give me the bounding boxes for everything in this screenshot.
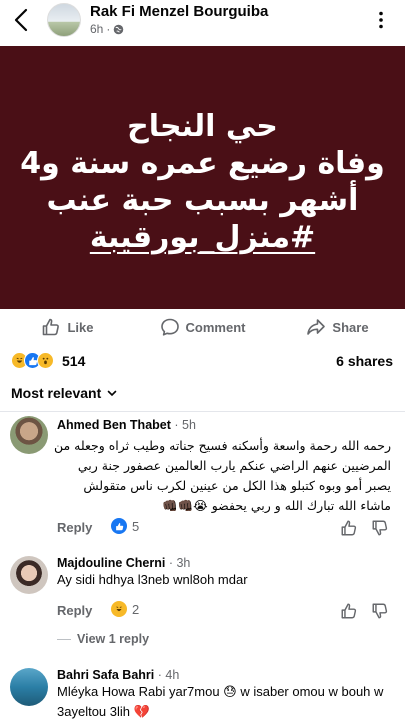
divider [0,411,405,412]
banner-line: وفاة رضيع عمره سنة و4 [20,145,385,181]
share-arrow-icon [307,319,326,335]
comment-sort-dropdown[interactable]: Most relevant [11,385,118,401]
comment-reactions[interactable]: 5 [111,518,139,534]
shares-count[interactable]: 6 shares [336,353,393,369]
post-actions: Like Comment Share [0,309,405,345]
reply-button[interactable]: Reply [57,603,92,618]
comment-time: · 5h [174,418,196,432]
commenter-name[interactable]: Majdouline Cherni · 3h [57,556,190,570]
page-name[interactable]: Rak Fi Menzel Bourguiba [90,3,268,20]
banner-hashtag[interactable]: #منزل_بورقيبة [90,219,315,256]
comment-time: · 4h [157,668,180,682]
haha-icon [111,601,127,617]
globe-icon [114,24,124,34]
thumbs-up-icon [43,318,60,336]
more-options-icon[interactable] [371,10,391,30]
comment-time: · 3h [168,556,191,570]
view-replies-link[interactable]: View 1 reply [57,632,149,646]
meta-separator: · [106,22,111,36]
like-button[interactable]: Like [0,309,135,345]
comment-bubble-icon [160,318,179,336]
post-header: Rak Fi Menzel Bourguiba 6h · [0,0,405,44]
commenter-name[interactable]: Ahmed Ben Thabet · 5h [57,418,196,432]
commenter-name[interactable]: Bahri Safa Bahri · 4h [57,668,179,682]
thumbs-down-icon[interactable] [371,602,389,620]
reply-thread-line [57,638,71,640]
comment-item: Ahmed Ben Thabet · 5h رحمه الله رحمة واس… [0,414,405,544]
comment-time-text: 5h [182,418,196,432]
like-icon [111,518,127,534]
post-banner[interactable]: حي النجاح وفاة رضيع عمره سنة و4 أشهر بسب… [0,46,405,309]
sort-label: Most relevant [11,385,102,401]
commenter-name-text: Majdouline Cherni [57,556,166,570]
commenter-name-text: Bahri Safa Bahri [57,668,155,682]
commenter-avatar[interactable] [10,556,48,594]
banner-line: أشهر بسبب حبة عنب [46,182,359,218]
comment-item: Bahri Safa Bahri · 4h Mléyka Howa Rabi y… [0,664,405,720]
view-replies-text: View 1 reply [77,632,150,646]
post-meta: 6h · [90,22,124,36]
back-arrow-icon[interactable] [10,6,34,34]
comment-time-text: 3h [176,556,191,570]
reactions-count[interactable]: 514 [62,353,85,369]
like-label: Like [67,319,94,335]
comment-reaction-count: 2 [132,601,140,617]
comment-text: Mléyka Howa Rabi yar7mou 😓 w isaber omou… [57,684,384,719]
comment-item: Majdouline Cherni · 3h Ay sidi hdhya l3n… [0,552,405,647]
share-label: Share [332,319,369,335]
reaction-icons[interactable] [11,352,54,369]
post-stats: 514 6 shares [0,350,405,374]
post-time: 6h [90,22,104,36]
comment-text: رحمه الله رحمة واسعة وأسكنه فسيح جناته و… [53,438,391,513]
reply-button[interactable]: Reply [57,520,92,535]
thumbs-down-icon[interactable] [371,519,389,537]
page-avatar[interactable] [47,3,81,37]
wow-icon [37,352,54,369]
banner-line: حي النجاح [127,108,278,144]
share-button[interactable]: Share [270,309,405,345]
comment-time-text: 4h [165,668,180,682]
thumbs-up-icon[interactable] [340,519,358,537]
comment-reactions[interactable]: 2 [111,601,139,617]
commenter-avatar[interactable] [10,668,48,706]
comment-button[interactable]: Comment [135,309,270,345]
commenter-avatar[interactable] [10,416,48,454]
thumbs-up-icon[interactable] [340,602,358,620]
comment-text: Ay sidi hdhya l3neb wnl8oh mdar [57,572,248,587]
comment-label: Comment [185,319,246,335]
comment-reaction-count: 5 [132,518,140,534]
commenter-name-text: Ahmed Ben Thabet [57,418,171,432]
chevron-down-icon [107,390,117,397]
